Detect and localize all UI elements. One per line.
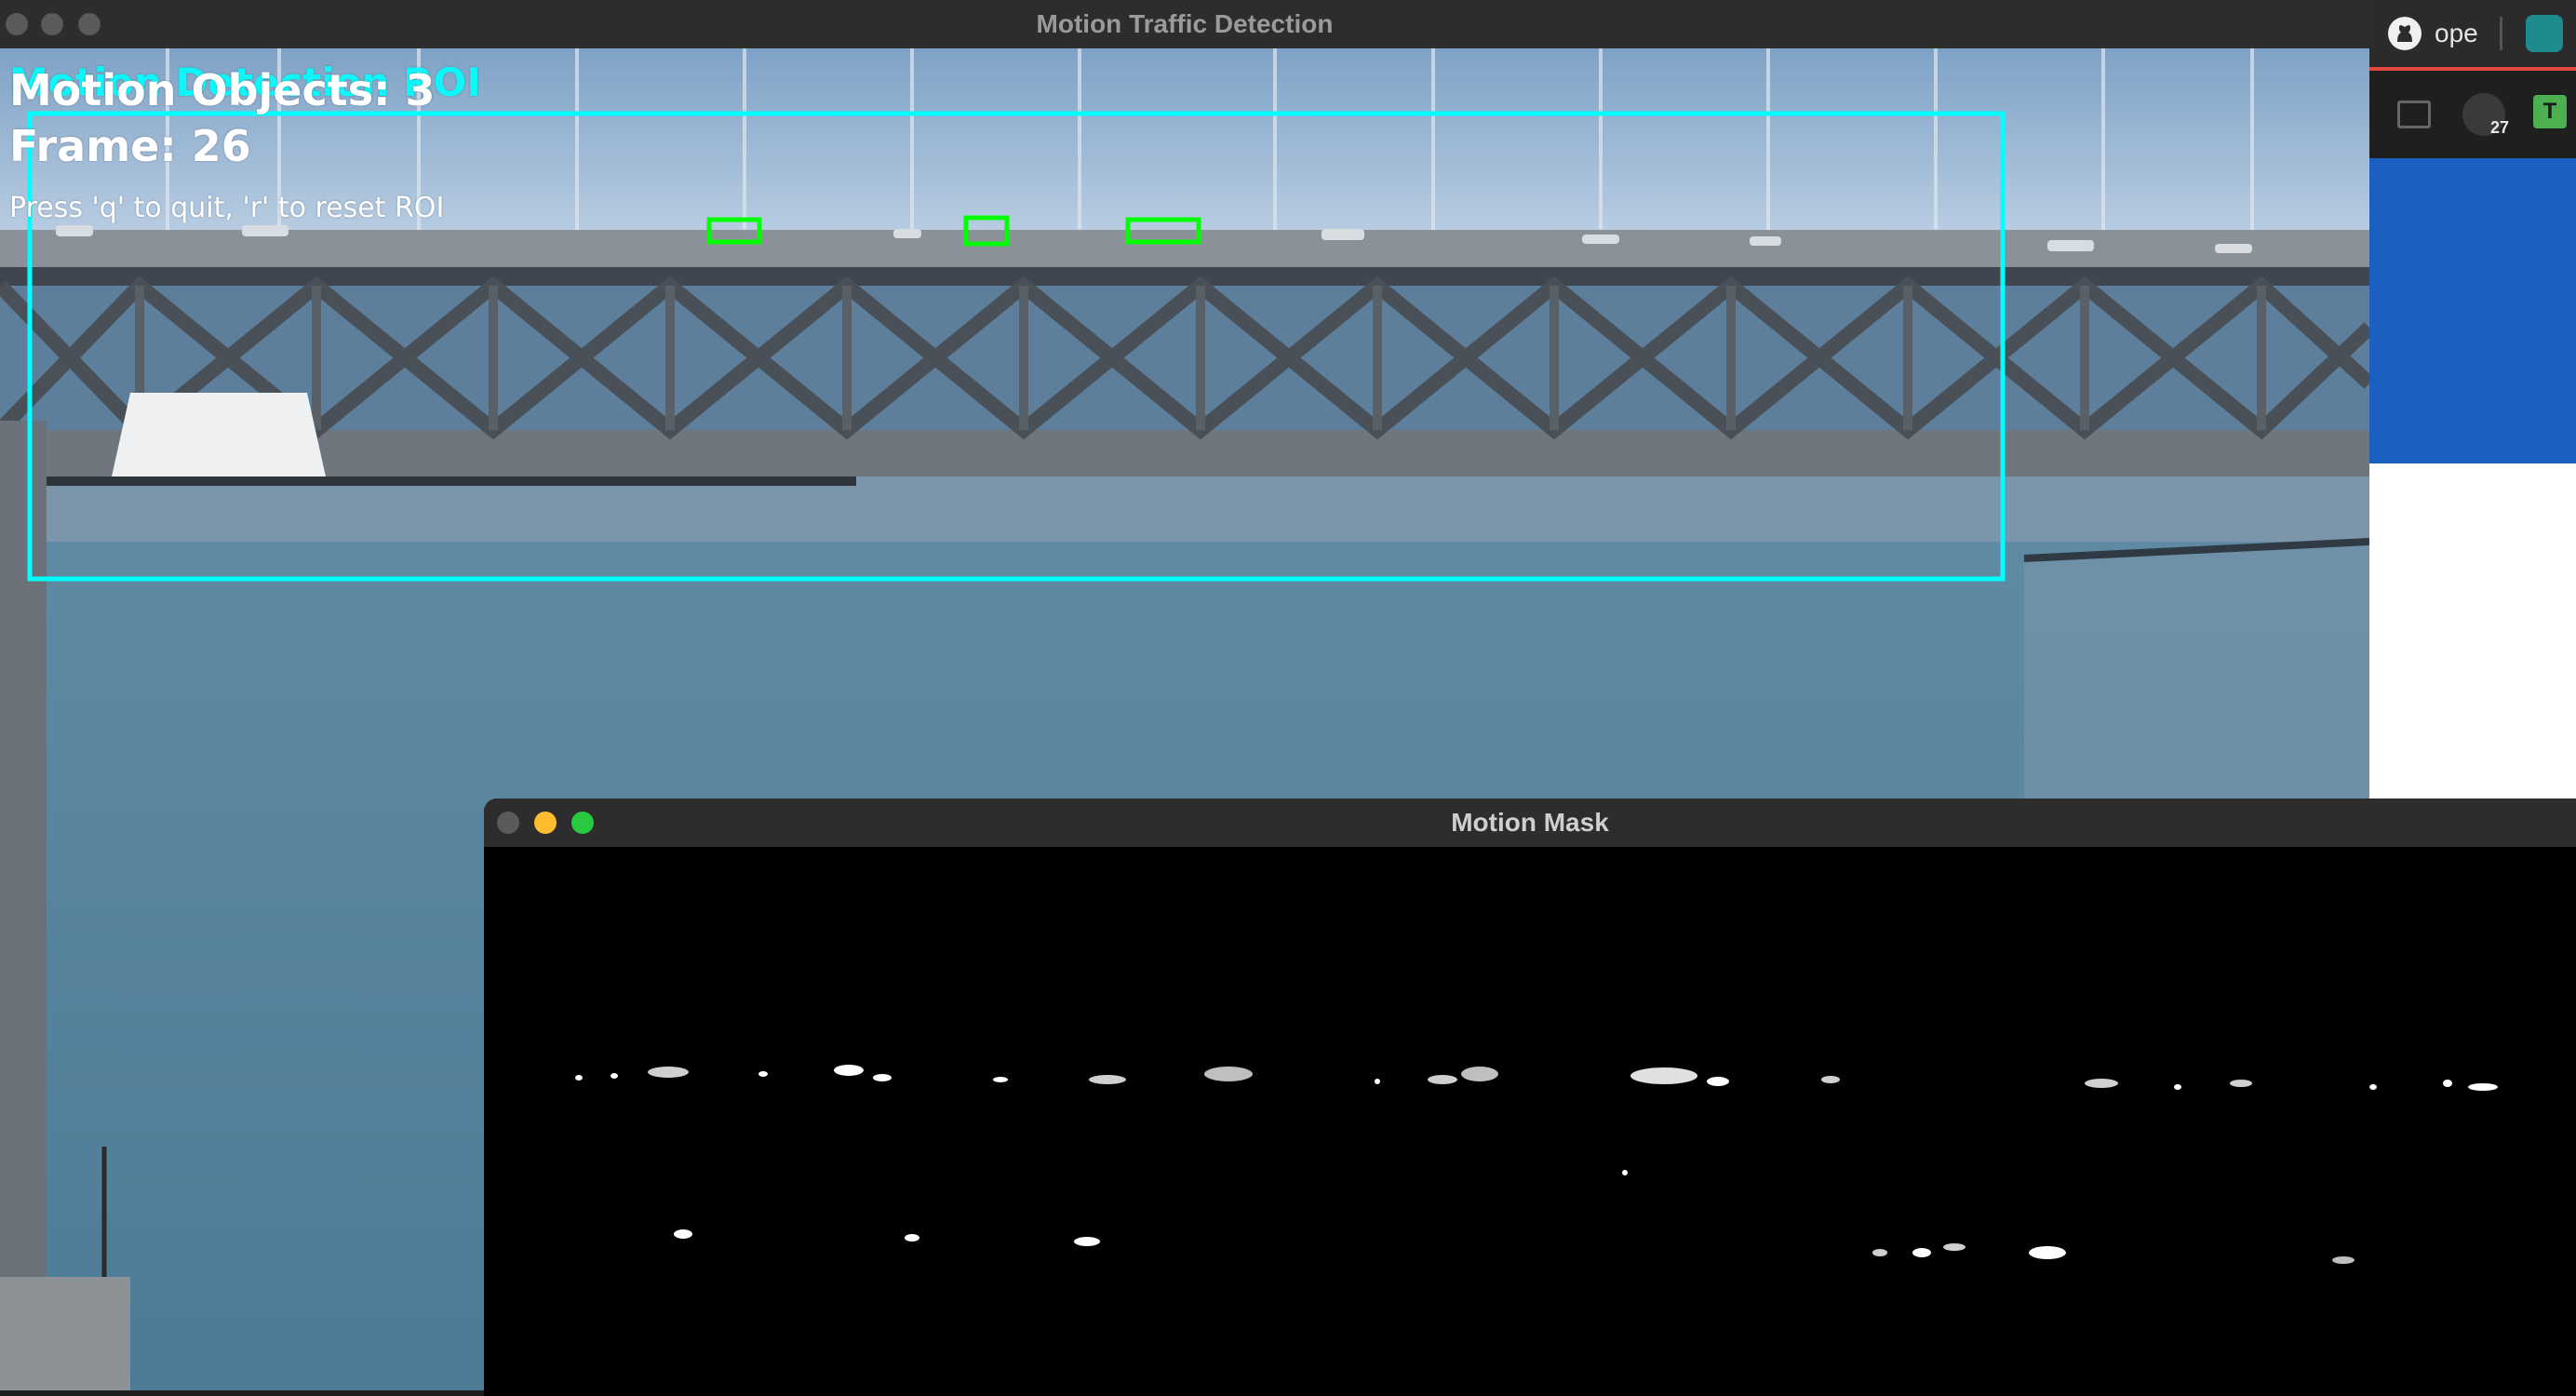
lower-deck — [37, 477, 856, 486]
browser-tab-label: ope — [2435, 19, 2478, 47]
bridge-deck-bottom — [0, 430, 2369, 477]
browser-toolbar: 27 T — [2369, 71, 2576, 158]
close-button[interactable] — [6, 13, 28, 35]
instructions: Press 'q' to quit, 'r' to reset ROI — [9, 192, 445, 224]
badge-count: 27 — [2489, 118, 2509, 137]
bridge-tower — [0, 421, 47, 1390]
motion-mask-canvas — [575, 1065, 2498, 1264]
tab-divider — [2500, 17, 2502, 50]
frame-counter: Frame: 26 — [9, 121, 251, 171]
bridge-banner — [112, 393, 326, 477]
motion-objects-count: Motion Objects: 3 — [9, 65, 436, 115]
mask-minimize-button[interactable] — [534, 812, 557, 834]
mask-close-button[interactable] — [497, 812, 519, 834]
browser-tab-bar: ope — [2369, 0, 2576, 71]
extension-t-icon[interactable]: T — [2533, 95, 2567, 128]
mask-titlebar[interactable]: Motion Mask — [484, 799, 2576, 847]
bridge-deck-shadow — [0, 267, 2369, 286]
main-window-title: Motion Traffic Detection — [1036, 9, 1334, 38]
distant-shore — [0, 477, 2369, 551]
extension-icon[interactable]: 27 — [2462, 93, 2509, 137]
mask-maximize-button[interactable] — [571, 812, 594, 834]
browser-page-banner — [2369, 158, 2576, 463]
tower-base — [0, 1277, 130, 1390]
mask-window-title: Motion Mask — [1451, 808, 1609, 837]
bridge-deck-top — [0, 230, 2369, 267]
browser-tab[interactable]: ope — [2388, 0, 2478, 67]
minimize-button[interactable] — [41, 13, 63, 35]
bridge-truss — [0, 275, 2369, 440]
motion-blobs — [575, 1065, 2498, 1264]
site-icon[interactable] — [2526, 15, 2563, 52]
main-titlebar[interactable]: Motion Traffic Detection — [0, 0, 2369, 48]
motion-mask-window[interactable]: Motion Mask — [484, 799, 2576, 1396]
window-icon[interactable] — [2397, 101, 2431, 128]
maximize-button[interactable] — [78, 13, 101, 35]
github-icon — [2388, 17, 2422, 50]
